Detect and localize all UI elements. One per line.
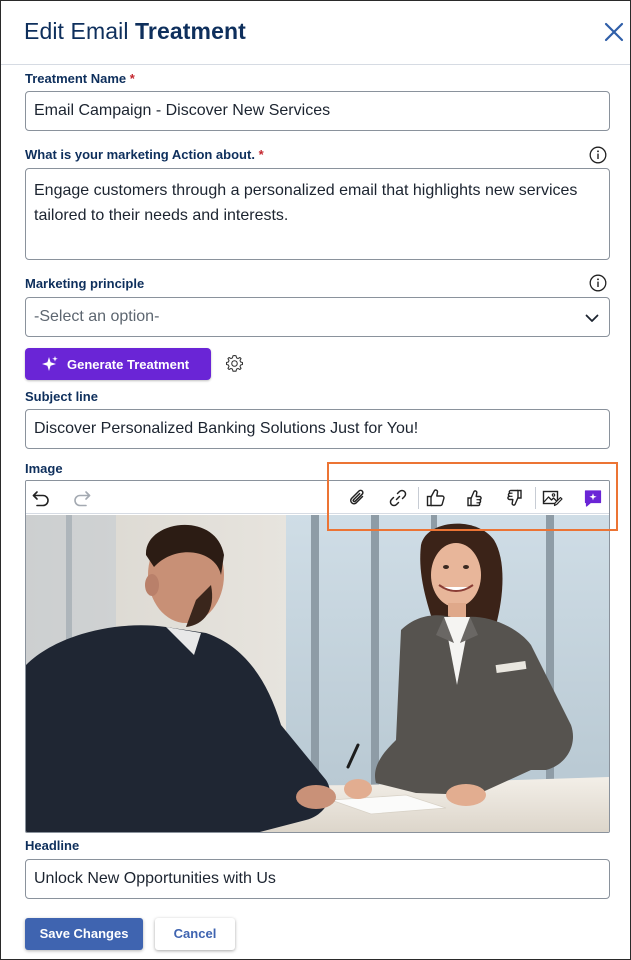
required-mark: *: [258, 147, 264, 162]
undo-icon[interactable]: [30, 487, 52, 509]
gear-icon[interactable]: [225, 354, 244, 373]
treatment-name-label: Treatment Name *: [25, 71, 135, 86]
required-mark: *: [129, 71, 135, 86]
title-light: Edit Email: [24, 18, 129, 44]
action-about-label: What is your marketing Action about. *: [25, 147, 264, 162]
redo-icon[interactable]: [71, 487, 93, 509]
marketing-principle-label: Marketing principle: [25, 276, 145, 291]
dialog-header: Edit Email Treatment: [1, 1, 630, 65]
sparkle-icon: [42, 356, 58, 371]
image-label: Image: [25, 461, 63, 476]
cancel-button[interactable]: Cancel: [155, 918, 235, 950]
subject-line-label: Subject line: [25, 389, 98, 404]
image-editor: [25, 480, 610, 833]
generated-image[interactable]: [26, 515, 609, 833]
dialog-title: Edit Email Treatment: [24, 18, 246, 45]
title-bold: Treatment: [135, 18, 246, 44]
action-about-textarea[interactable]: Engage customers through a personalized …: [25, 168, 610, 260]
headline-input[interactable]: Unlock New Opportunities with Us: [25, 859, 610, 899]
info-icon[interactable]: [589, 146, 607, 164]
headline-label: Headline: [25, 838, 80, 853]
marketing-principle-select[interactable]: -Select an option-: [25, 297, 610, 337]
close-icon[interactable]: [601, 19, 627, 45]
generate-treatment-label: Generate Treatment: [67, 356, 190, 372]
info-icon[interactable]: [589, 274, 607, 292]
save-changes-button[interactable]: Save Changes: [25, 918, 143, 950]
generate-treatment-button[interactable]: Generate Treatment: [25, 348, 211, 380]
chevron-down-icon: [585, 314, 599, 322]
select-placeholder: -Select an option-: [34, 308, 160, 325]
toolbar-highlight-box: [327, 462, 618, 531]
subject-line-input[interactable]: Discover Personalized Banking Solutions …: [25, 409, 610, 449]
treatment-name-input[interactable]: Email Campaign - Discover New Services: [25, 91, 610, 131]
edit-treatment-dialog: Edit Email Treatment Treatment Name * Em…: [0, 0, 631, 960]
